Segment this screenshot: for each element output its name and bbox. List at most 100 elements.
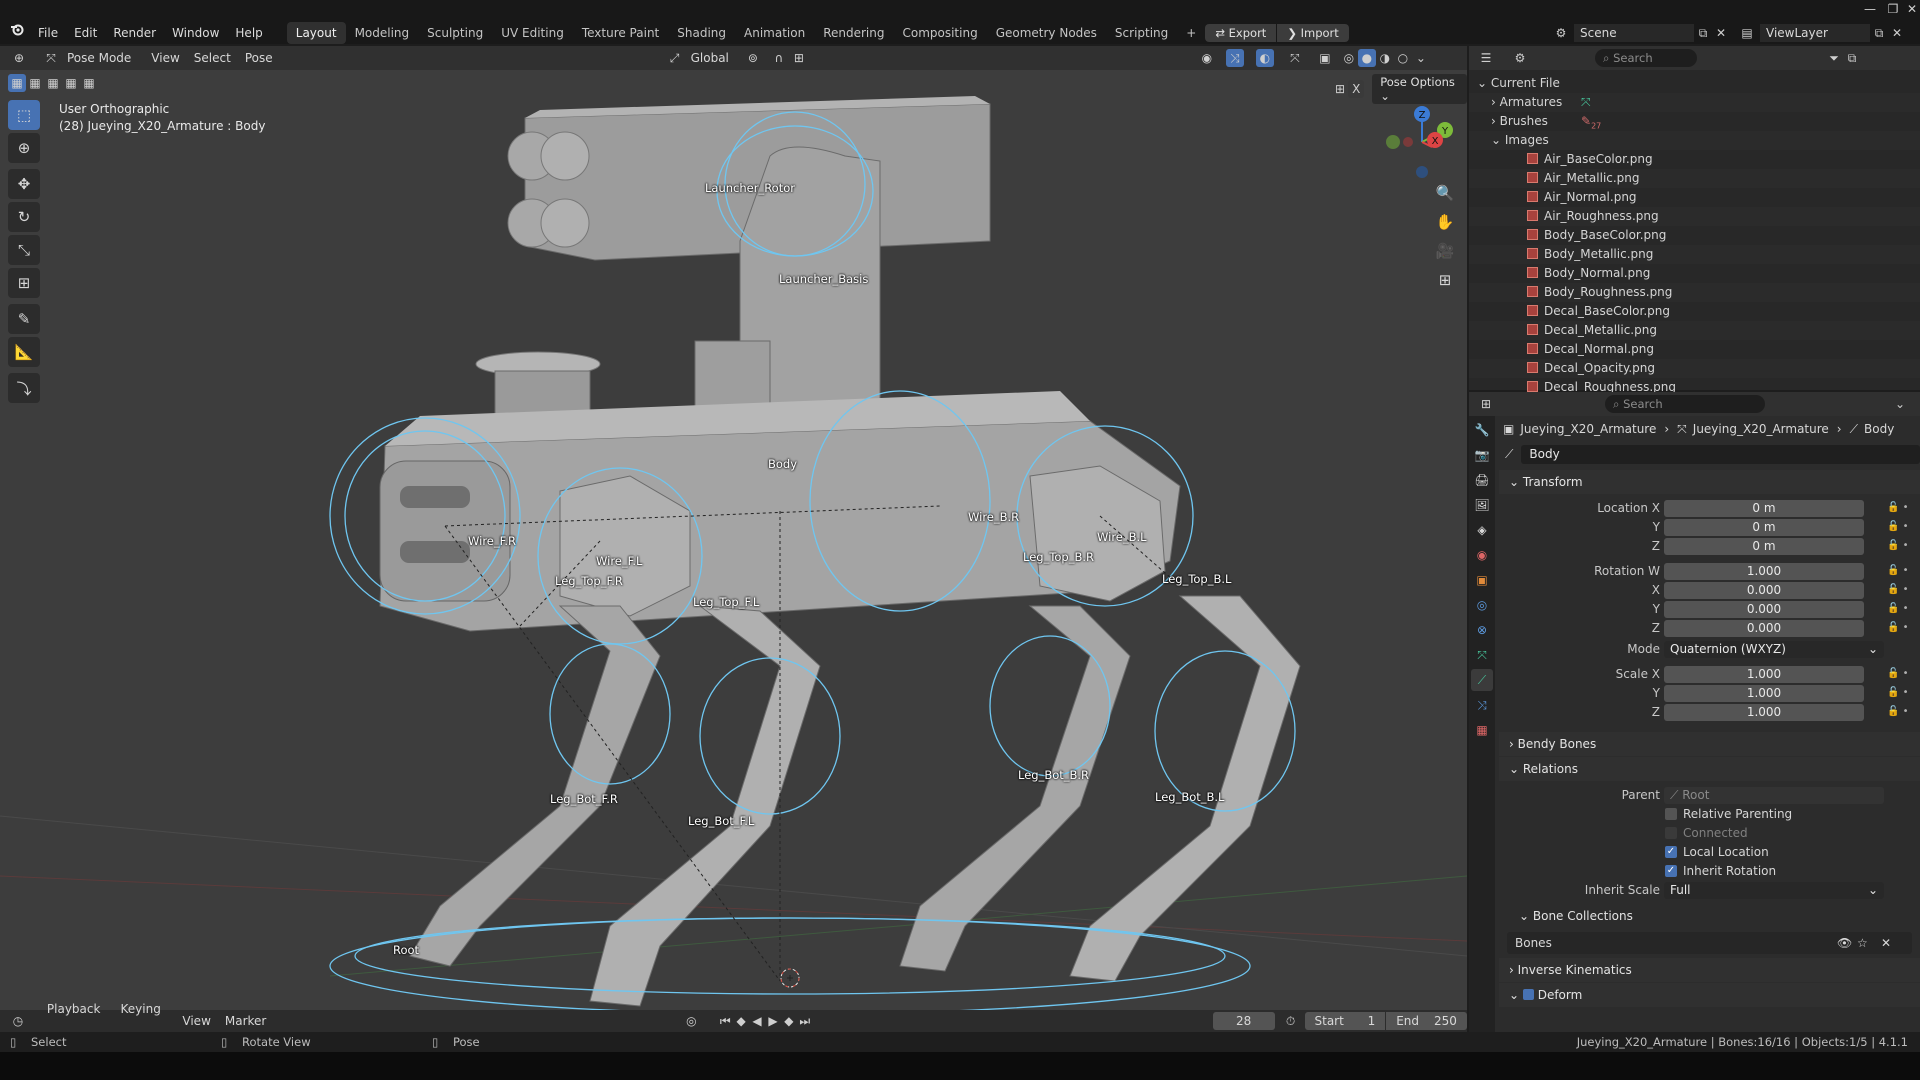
inherit-rotation-checkbox[interactable]: ✓ (1665, 865, 1677, 877)
new-scene-icon[interactable]: ⧉ (1694, 24, 1712, 42)
tab-texture-paint[interactable]: Texture Paint (573, 22, 668, 44)
shading-solid-icon[interactable]: ● (1357, 49, 1376, 67)
mode-selector[interactable]: Pose Mode (60, 46, 138, 70)
viewport-menu-select[interactable]: Select (187, 46, 238, 70)
3d-viewport[interactable]: ⊕ ⤧ Pose Mode View Select Pose ⤢ Global … (0, 46, 1467, 1010)
image-item[interactable]: Decal_Opacity.png (1469, 359, 1920, 378)
close-window-icon[interactable]: ✕ (1897, 2, 1920, 18)
relax-pose-tool-icon[interactable]: ⤵ (8, 373, 40, 403)
end-frame-field[interactable]: End 250 (1386, 1012, 1467, 1030)
properties-editor-icon[interactable]: ⊞ (1477, 395, 1495, 413)
pose-options-button[interactable]: Pose Options ⌄ (1372, 74, 1467, 104)
jump-start-icon[interactable]: ⏮ (717, 1012, 733, 1030)
lock-icon[interactable]: 🔓 • (1887, 502, 1909, 513)
panel-inverse-kinematics[interactable]: › Inverse Kinematics (1499, 958, 1920, 982)
display-mode-icon[interactable]: ⚙ (1511, 49, 1529, 67)
connected-checkbox[interactable] (1665, 827, 1677, 839)
properties-search[interactable]: ⌕ Search (1605, 395, 1765, 413)
relative-parenting-checkbox[interactable] (1665, 808, 1677, 820)
gizmo-toggle-icon[interactable]: ⤨ (1225, 49, 1244, 67)
x-mirror-icon[interactable]: X (1348, 80, 1365, 98)
image-item[interactable]: Air_Roughness.png (1469, 207, 1920, 226)
texture-tab-icon[interactable]: ▦ (1471, 719, 1493, 741)
tab-animation[interactable]: Animation (735, 22, 814, 44)
location-z-field[interactable]: 0 m (1664, 538, 1864, 555)
editor-type-icon[interactable]: ⊕ (10, 49, 28, 67)
location-y-field[interactable]: 0 m (1664, 519, 1864, 536)
scale-tool-icon[interactable]: ⤡ (8, 235, 40, 265)
scale-x-field[interactable]: 1.000 (1664, 666, 1864, 683)
rotation-x-field[interactable]: 0.000 (1664, 582, 1864, 599)
image-item[interactable]: Decal_Metallic.png (1469, 321, 1920, 340)
current-frame-field[interactable]: 28 (1212, 1012, 1275, 1030)
menu-file[interactable]: File (30, 22, 66, 44)
lock-icon[interactable]: 🔓 • (1887, 565, 1909, 576)
menu-render[interactable]: Render (105, 22, 164, 44)
snap-icon[interactable]: ∩ (770, 49, 788, 67)
outliner-search[interactable]: ⌕ Search (1595, 49, 1697, 67)
lock-icon[interactable]: 🔓 • (1887, 668, 1909, 679)
jump-keyframe-back-icon[interactable]: ◆ (733, 1012, 749, 1030)
tab-shading[interactable]: Shading (668, 22, 735, 44)
timeline-menu-marker[interactable]: Marker (218, 1009, 273, 1033)
new-collection-icon[interactable]: ⧉ (1843, 49, 1861, 67)
rotation-z-field[interactable]: 0.000 (1664, 620, 1864, 637)
tab-modeling[interactable]: Modeling (346, 22, 419, 44)
jump-keyframe-forward-icon[interactable]: ◆ (781, 1012, 797, 1030)
bone-collection-item[interactable]: Bones 👁 ☆ ✕ (1507, 932, 1912, 954)
delete-viewlayer-icon[interactable]: ✕ (1888, 24, 1906, 42)
camera-view-icon[interactable]: 🎥 (1432, 238, 1458, 264)
scale-z-field[interactable]: 1.000 (1664, 704, 1864, 721)
lock-icon[interactable]: 🔓 • (1887, 622, 1909, 633)
zoom-icon[interactable]: 🔍 (1432, 180, 1458, 206)
image-item[interactable]: Body_Roughness.png (1469, 283, 1920, 302)
image-item[interactable]: Body_Metallic.png (1469, 245, 1920, 264)
eye-icon[interactable]: 👁 (1837, 932, 1852, 954)
select-subtract-icon[interactable]: ▦ (44, 74, 62, 92)
world-tab-icon[interactable]: ◉ (1471, 544, 1493, 566)
scale-y-field[interactable]: 1.000 (1664, 685, 1864, 702)
tree-root[interactable]: ⌄ Current File (1469, 74, 1920, 93)
lock-icon[interactable]: 🔓 • (1887, 706, 1909, 717)
select-invert-icon[interactable]: ▦ (62, 74, 80, 92)
delete-scene-icon[interactable]: ✕ (1712, 24, 1730, 42)
output-tab-icon[interactable]: 🖨 (1471, 469, 1493, 491)
lock-icon[interactable]: 🔓 • (1887, 584, 1909, 595)
rotate-tool-icon[interactable]: ↻ (8, 202, 40, 232)
image-item[interactable]: Decal_Normal.png (1469, 340, 1920, 359)
inherit-scale-dropdown[interactable]: Full ⌄ (1664, 882, 1884, 899)
menu-edit[interactable]: Edit (66, 22, 105, 44)
remove-icon[interactable]: ✕ (1881, 932, 1891, 954)
rotation-y-field[interactable]: 0.000 (1664, 601, 1864, 618)
tab-layout[interactable]: Layout (286, 22, 346, 44)
record-icon[interactable]: ◎ (683, 1012, 699, 1030)
bone-name-field[interactable]: Body (1521, 444, 1920, 464)
menu-window[interactable]: Window (164, 22, 227, 44)
outliner-editor-icon[interactable]: ☰ (1477, 49, 1495, 67)
object-tab-icon[interactable]: ▣ (1471, 569, 1493, 591)
pan-hand-icon[interactable]: ✋ (1432, 209, 1458, 235)
tree-item-images[interactable]: ⌄ Images (1469, 131, 1920, 150)
move-tool-icon[interactable]: ✥ (8, 169, 40, 199)
view-layer-tab-icon[interactable]: 🖼 (1471, 494, 1493, 516)
cursor-tool-icon[interactable]: ⊕ (8, 133, 40, 163)
location-x-field[interactable]: 0 m (1664, 500, 1864, 517)
render-tab-icon[interactable]: 📷 (1471, 444, 1493, 466)
panel-deform[interactable]: ⌄ Deform (1499, 983, 1920, 1007)
menu-help[interactable]: Help (227, 22, 270, 44)
snap-target-icon[interactable]: ⊞ (790, 49, 808, 67)
panel-bendy-bones[interactable]: › Bendy Bones (1499, 732, 1920, 756)
panel-transform[interactable]: ⌄ Transform (1499, 470, 1920, 494)
subpanel-bone-collections[interactable]: ⌄ Bone Collections (1499, 904, 1920, 928)
rotation-w-field[interactable]: 1.000 (1664, 563, 1864, 580)
scene-tab-icon[interactable]: ◈ (1471, 519, 1493, 541)
measure-tool-icon[interactable]: 📐 (8, 337, 40, 367)
play-reverse-icon[interactable]: ◀ (749, 1012, 765, 1030)
scene-selector[interactable]: ⚙ Scene ⧉ ✕ (1552, 24, 1730, 42)
viewport-menu-view[interactable]: View (144, 46, 186, 70)
image-item[interactable]: Air_BaseColor.png (1469, 150, 1920, 169)
panel-relations[interactable]: ⌄ Relations (1499, 757, 1920, 781)
tab-scripting[interactable]: Scripting (1106, 22, 1177, 44)
image-item[interactable]: Air_Metallic.png (1469, 169, 1920, 188)
filter-icon[interactable]: ⏷ (1825, 49, 1843, 67)
